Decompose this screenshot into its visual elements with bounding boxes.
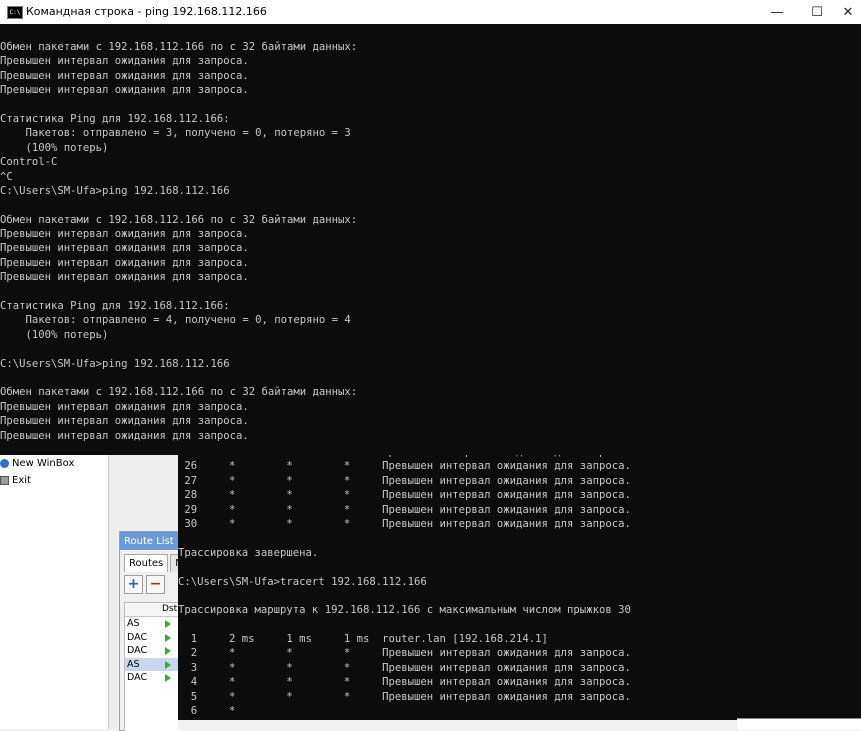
route-active-icon [165, 620, 171, 628]
console-line: Пакетов: отправлено = 3, получено = 0, п… [0, 127, 351, 140]
console-line: Превышен интервал ожидания для запроса. [0, 84, 249, 97]
tracert-console-window[interactable]: 25 * * * Превышен интервал ожидания для … [178, 455, 861, 720]
console-line: Статистика Ping для 192.168.112.166: [0, 112, 230, 125]
plus-icon: + [127, 576, 140, 592]
console-line: Трассировка маршрута к 192.168.112.166 с… [178, 604, 631, 617]
console-line: 6 * [178, 705, 236, 718]
console-line: 4 * * * Превышен интервал ожидания для з… [178, 676, 631, 689]
console-line: (100% потерь) [0, 328, 109, 341]
console-line: 1 2 ms 1 ms 1 ms router.lan [192.168.214… [178, 633, 548, 646]
winbox-menu: New WinBox Exit [0, 455, 109, 729]
console-line: 27 * * * Превышен интервал ожидания для … [178, 474, 631, 487]
route-type: AS [127, 658, 140, 670]
route-type: DAC [127, 672, 148, 683]
route-row[interactable]: AS [125, 657, 181, 671]
route-list-title: Route List [120, 532, 180, 550]
route-table-header: Dst [125, 603, 181, 617]
console-line: Превышен интервал ожидания для запроса. [0, 55, 249, 68]
cmd-titlebar[interactable]: C:\ Командная строка - ping 192.168.112.… [0, 0, 861, 24]
route-row[interactable]: AS [125, 617, 181, 631]
console-output[interactable]: Обмен пакетами с 192.168.112.166 по с 32… [0, 40, 357, 443]
menu-item-new-winbox[interactable]: New WinBox [0, 455, 74, 471]
console-line: Превышен интервал ожидания для запроса. [0, 429, 249, 442]
console-line: 29 * * * Превышен интервал ожидания для … [178, 503, 631, 516]
console-icon: C:\ [7, 6, 23, 19]
column-header-dst[interactable]: Dst [162, 604, 177, 614]
minimize-button[interactable]: — [757, 0, 797, 24]
winbox-icon [0, 458, 9, 468]
console-line: 26 * * * Превышен интервал ожидания для … [178, 460, 631, 473]
remove-route-button[interactable]: − [146, 574, 165, 594]
exit-icon [0, 475, 9, 485]
console-line: Обмен пакетами с 192.168.112.166 по с 32… [0, 213, 358, 226]
route-type: DAC [127, 645, 148, 656]
tab-routes[interactable]: Routes [124, 554, 169, 572]
background-window-edge [737, 718, 861, 730]
route-active-icon [165, 633, 171, 642]
console-line: ^C [0, 170, 13, 183]
route-list-tabs: Routes N [120, 550, 188, 572]
console-line: C:\Users\SM-Ufa>tracert 192.168.112.166 [178, 575, 427, 588]
console-line: (100% потерь) [0, 141, 109, 154]
menu-item-label: New WinBox [12, 457, 75, 469]
console-line: 3 * * * Превышен интервал ожидания для з… [178, 661, 631, 674]
route-row[interactable]: DAC [125, 644, 181, 658]
window-title: Командная строка - ping 192.168.112.166 [26, 5, 267, 18]
tracert-output[interactable]: 25 * * * Превышен интервал ожидания для … [178, 455, 631, 718]
route-list-window[interactable]: Route List Routes N + − Dst AS DAC DAC AS DA… [119, 531, 188, 731]
console-line: Трассировка завершена. [178, 546, 319, 559]
console-line: Превышен интервал ожидания для запроса. [0, 69, 249, 82]
console-line: 28 * * * Превышен интервал ожидания для … [178, 489, 631, 502]
console-line: 30 * * * Превышен интервал ожидания для … [178, 517, 631, 530]
console-line: C:\Users\SM-Ufa>ping 192.168.112.166 [0, 357, 230, 370]
console-line: Превышен интервал ожидания для запроса. [0, 256, 249, 269]
console-line: C:\Users\SM-Ufa>ping 192.168.112.166 [0, 184, 230, 197]
console-line: Превышен интервал ожидания для запроса. [0, 271, 249, 284]
route-rows: AS DAC DAC AS DAC [125, 617, 181, 685]
route-active-icon [165, 674, 171, 682]
menu-item-label: Exit [12, 474, 31, 486]
cmd-window[interactable]: C:\ Командная строка - ping 192.168.112.… [0, 0, 861, 455]
console-line: Control-C [0, 156, 58, 169]
route-active-icon [165, 660, 171, 669]
console-line: Превышен интервал ожидания для запроса. [0, 228, 249, 241]
route-table: Dst AS DAC DAC AS DAC [124, 602, 181, 731]
console-line: 5 * * * Превышен интервал ожидания для з… [178, 690, 631, 703]
route-type: DAC [127, 631, 148, 643]
console-line: Превышен интервал ожидания для запроса. [0, 415, 249, 428]
route-row[interactable]: DAC [125, 631, 181, 645]
console-line: Обмен пакетами с 192.168.112.166 по с 32… [0, 41, 358, 53]
console-line: Обмен пакетами с 192.168.112.166 по с 32… [0, 386, 358, 399]
add-route-button[interactable]: + [124, 574, 143, 594]
route-type: AS [127, 618, 140, 629]
route-row[interactable]: DAC [125, 671, 181, 685]
console-line: Превышен интервал ожидания для запроса. [0, 242, 249, 255]
close-button[interactable]: ✕ [828, 0, 861, 24]
console-line: Пакетов: отправлено = 4, получено = 0, п… [0, 314, 351, 327]
console-line: 2 * * * Превышен интервал ожидания для з… [178, 647, 631, 660]
minus-icon: − [149, 576, 162, 592]
console-line: Превышен интервал ожидания для запроса. [0, 400, 249, 413]
menu-item-exit[interactable]: Exit [0, 472, 31, 488]
console-line: Статистика Ping для 192.168.112.166: [0, 300, 230, 313]
route-active-icon [165, 647, 171, 655]
route-toolbar: + − [120, 572, 180, 596]
